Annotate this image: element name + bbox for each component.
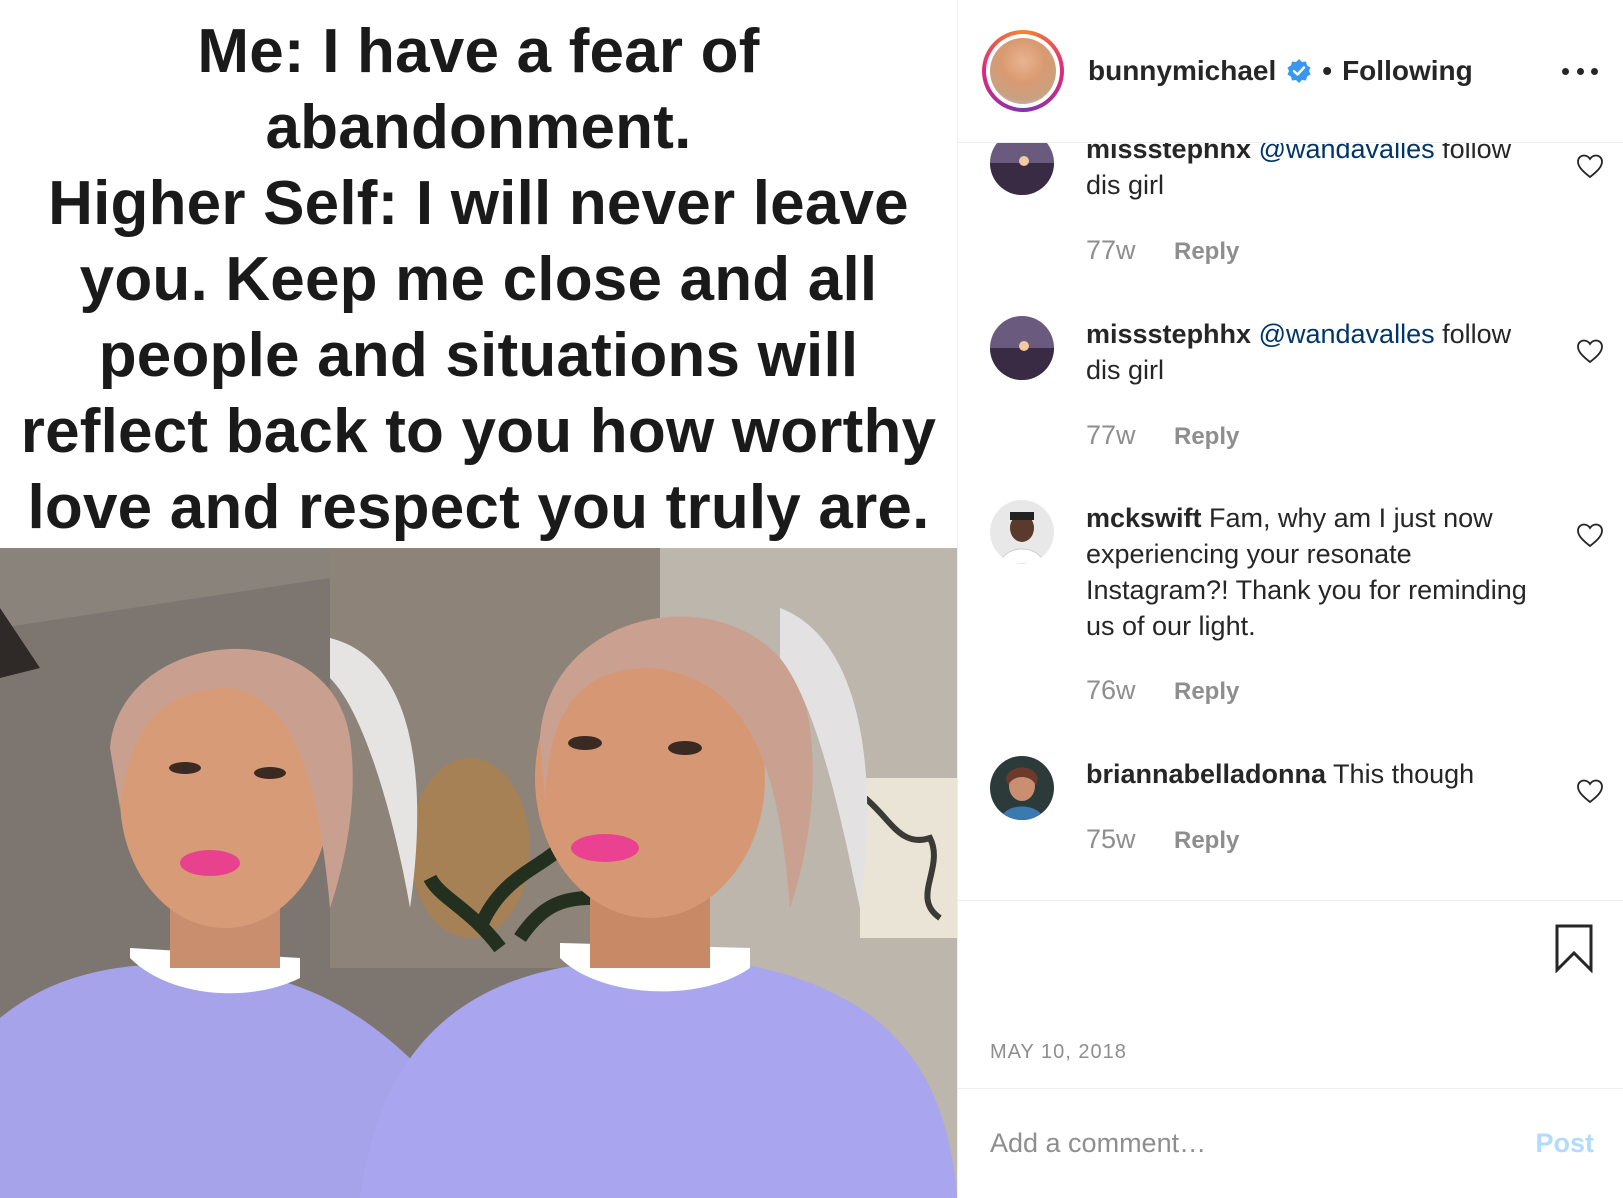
author-avatar[interactable]	[982, 30, 1064, 112]
photo-illustration	[0, 548, 957, 1198]
comment-text: mckswift Fam, why am I just now experien…	[1086, 500, 1536, 644]
reply-button[interactable]: Reply	[1174, 423, 1239, 451]
reply-button[interactable]: Reply	[1174, 678, 1239, 706]
post-photo	[0, 548, 957, 1198]
image-caption-text: Me: I have a fear of abandonment. Higher…	[20, 17, 937, 542]
image-caption-area: Me: I have a fear of abandonment. Higher…	[0, 0, 957, 548]
like-heart-icon[interactable]	[1576, 778, 1604, 804]
comment-time[interactable]: 77w	[1086, 420, 1174, 451]
comment-time[interactable]: 76w	[1086, 675, 1174, 706]
comment-username[interactable]: missstephhx	[1086, 143, 1251, 164]
commenter-avatar[interactable]	[990, 143, 1054, 195]
comment-body: This though	[1326, 759, 1475, 789]
commenter-avatar[interactable]	[990, 756, 1054, 820]
comment-time[interactable]: 77w	[1086, 235, 1174, 266]
like-heart-icon[interactable]	[1576, 338, 1604, 364]
like-heart-icon[interactable]	[1576, 522, 1604, 548]
comment-text: briannabelladonna This though	[1086, 756, 1536, 792]
like-heart-icon[interactable]	[1576, 153, 1604, 179]
comment-mention[interactable]: @wandavalles	[1259, 143, 1435, 164]
post-date[interactable]: MAY 10, 2018	[990, 1041, 1127, 1064]
instagram-post: Me: I have a fear of abandonment. Higher…	[0, 0, 1623, 1198]
reply-button[interactable]: Reply	[1174, 827, 1239, 855]
comment-composer: Post	[958, 1088, 1623, 1198]
reply-button[interactable]: Reply	[1174, 238, 1239, 266]
commenter-avatar[interactable]	[990, 316, 1054, 380]
comment-time[interactable]: 75w	[1086, 824, 1174, 855]
comment-username[interactable]: mckswift	[1086, 503, 1202, 533]
post-media[interactable]: Me: I have a fear of abandonment. Higher…	[0, 0, 957, 1198]
comments-list[interactable]: missstephhx @wandavalles follow dis girl…	[958, 143, 1623, 900]
post-actions: MAY 10, 2018	[958, 900, 1623, 1088]
more-options-icon[interactable]	[1562, 56, 1598, 86]
post-comment-button[interactable]: Post	[1535, 1128, 1594, 1159]
bookmark-icon[interactable]	[1554, 923, 1594, 973]
comment-username[interactable]: briannabelladonna	[1086, 759, 1326, 789]
post-header: bunnymichael • Following	[958, 0, 1623, 143]
comment-meta: 75w Reply	[1086, 824, 1239, 855]
comment-text: missstephhx @wandavalles follow dis girl	[1086, 316, 1536, 388]
following-button[interactable]: Following	[1342, 55, 1473, 87]
author-username[interactable]: bunnymichael	[1088, 55, 1276, 87]
header-separator: •	[1322, 55, 1333, 86]
comment-meta: 76w Reply	[1086, 675, 1239, 706]
comment-username[interactable]: missstephhx	[1086, 319, 1251, 349]
comment-mention[interactable]: @wandavalles	[1259, 319, 1435, 349]
comment-text: missstephhx @wandavalles follow dis girl	[1086, 143, 1536, 203]
comment-meta: 77w Reply	[1086, 420, 1239, 451]
verified-badge-icon	[1287, 59, 1311, 83]
comment-meta: 77w Reply	[1086, 235, 1239, 266]
post-sidebar: bunnymichael • Following missstephhx @wa…	[957, 0, 1623, 1198]
add-comment-input[interactable]	[990, 1128, 1490, 1159]
commenter-avatar[interactable]	[990, 500, 1054, 564]
